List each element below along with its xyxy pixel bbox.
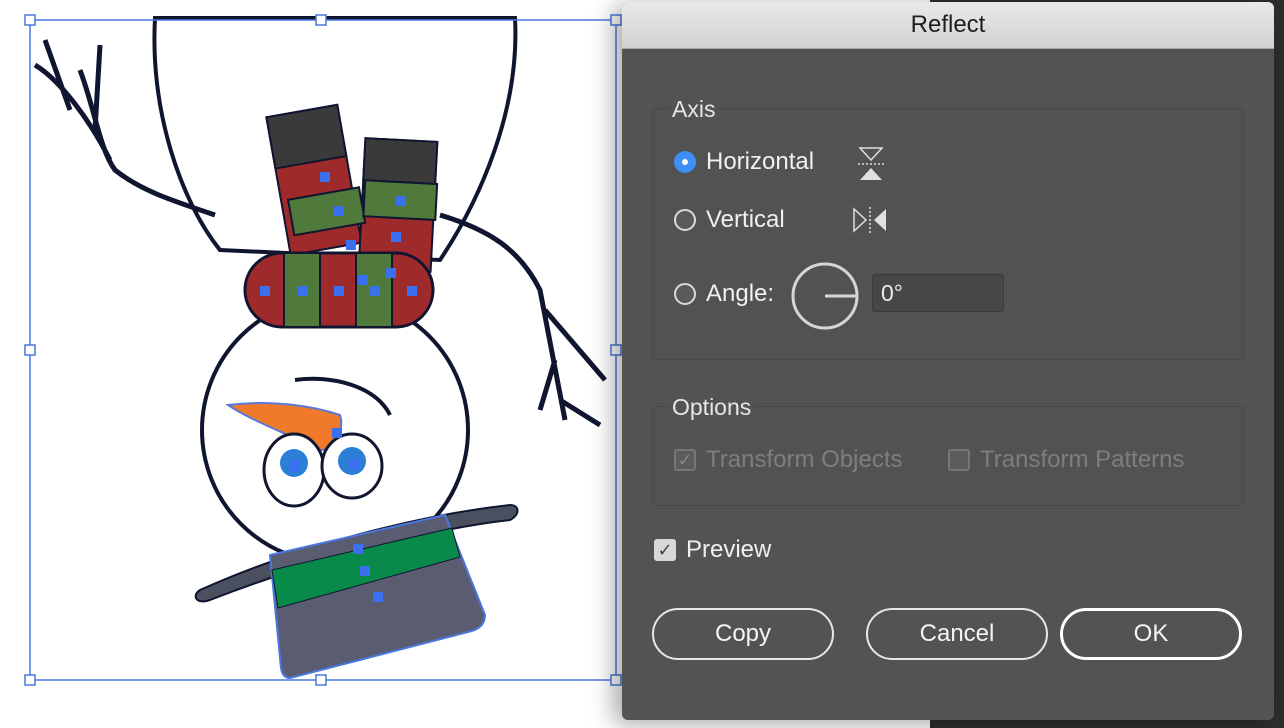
transform-patterns-label: Transform Patterns [980, 446, 1185, 473]
angle-input[interactable] [872, 274, 1004, 312]
cancel-button[interactable]: Cancel [866, 608, 1048, 660]
angle-option[interactable]: Angle: [674, 280, 774, 308]
preview-checkbox[interactable]: ✓ [654, 539, 676, 561]
preview-label: Preview [686, 536, 772, 563]
axis-group [652, 108, 1244, 360]
vertical-option[interactable]: Vertical [674, 206, 785, 234]
copy-button[interactable]: Copy [652, 608, 834, 660]
preview-option[interactable]: ✓ Preview [654, 536, 771, 564]
dialog-title: Reflect [622, 2, 1274, 49]
angle-radio[interactable] [674, 283, 696, 305]
axis-group-label: Axis [670, 96, 718, 123]
reflect-dialog: Reflect Axis Horizontal Vertical Angle: … [622, 2, 1274, 720]
transform-objects-option[interactable]: ✓ Transform Objects [674, 446, 903, 474]
reflect-horizontal-icon [858, 147, 884, 180]
vertical-radio[interactable] [674, 209, 696, 231]
transform-objects-checkbox[interactable]: ✓ [674, 449, 696, 471]
vertical-label: Vertical [706, 206, 785, 233]
horizontal-radio[interactable] [674, 151, 696, 173]
horizontal-label: Horizontal [706, 148, 815, 175]
horizontal-option[interactable]: Horizontal [674, 148, 814, 176]
options-group-label: Options [670, 394, 754, 421]
transform-objects-label: Transform Objects [706, 446, 903, 473]
transform-patterns-checkbox[interactable] [948, 449, 970, 471]
angle-dial[interactable] [790, 261, 860, 331]
reflect-vertical-icon [853, 207, 886, 233]
angle-label: Angle: [706, 280, 775, 307]
ok-button[interactable]: OK [1060, 608, 1242, 660]
transform-patterns-option[interactable]: Transform Patterns [948, 446, 1185, 474]
